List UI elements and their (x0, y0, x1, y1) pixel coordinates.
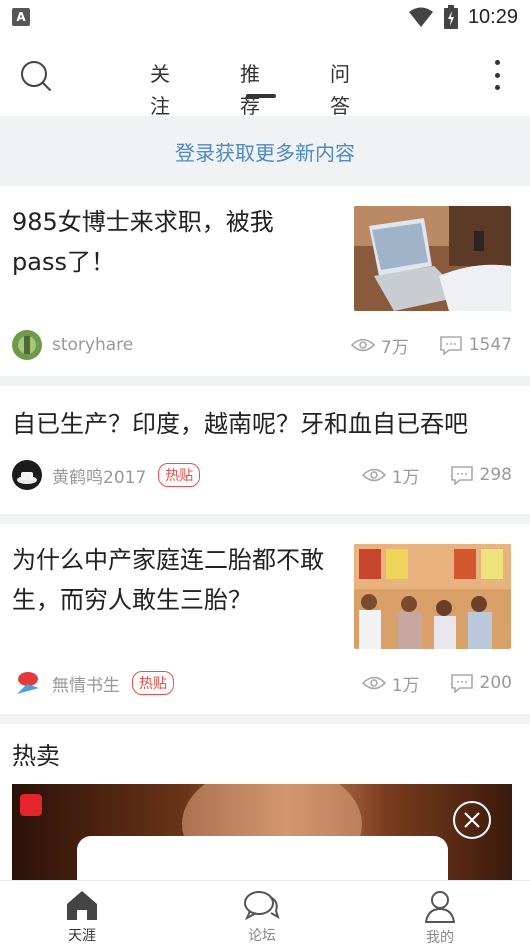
feed-card[interactable]: 985女博士来求职，被我pass了！ storyhare 7万 1547 (0, 186, 530, 386)
wifi-icon (408, 7, 433, 27)
comment-count: 1547 (439, 335, 512, 355)
tab-follow[interactable]: 关注 (150, 58, 170, 118)
card-title: 985女博士来求职，被我pass了！ (12, 208, 274, 276)
ad-brand-logo (20, 794, 42, 816)
avatar[interactable] (12, 668, 42, 698)
active-tab-indicator (246, 94, 276, 98)
close-icon[interactable] (452, 800, 492, 840)
feed-card[interactable]: 为什么中产家庭连二胎都不敢生，而穷人敢生三胎？ 無情书生 热贴 1万 200 (0, 524, 530, 724)
view-count-value: 1万 (391, 675, 420, 696)
comment-count: 298 (450, 465, 512, 485)
hot-badge: 热贴 (132, 671, 174, 695)
person-icon (424, 891, 456, 923)
nav-me[interactable]: 我的 (400, 889, 480, 947)
login-banner[interactable]: 登录获取更多新内容 (0, 116, 530, 186)
clock: 10:29 (467, 5, 518, 28)
chat-bubbles-icon (244, 891, 280, 921)
nav-forum-label: 论坛 (248, 928, 276, 944)
author-name[interactable]: 黄鹤鸣2017 (52, 463, 146, 488)
hot-sale-section: 热卖 (0, 724, 530, 884)
ad-banner[interactable] (12, 784, 512, 884)
nav-forum[interactable]: 论坛 (222, 889, 302, 945)
feed-list: 985女博士来求职，被我pass了！ storyhare 7万 1547 自已生… (0, 186, 530, 724)
avatar[interactable] (12, 330, 42, 360)
card-stats: 1万 298 (361, 463, 512, 488)
feed-card[interactable]: 自已生产？印度，越南呢？牙和血自已吞吧 黄鹤鸣2017 热贴 1万 298 (0, 386, 530, 524)
tab-qa[interactable]: 问答 (330, 58, 350, 118)
view-count: 7万 (350, 333, 409, 358)
status-bar: A 10:29 (0, 0, 530, 34)
card-stats: 7万 1547 (350, 333, 512, 358)
nav-home-label: 天涯 (68, 928, 96, 944)
card-meta: storyhare 7万 1547 (12, 330, 512, 360)
tab-recommend-label: 推荐 (240, 62, 260, 118)
comment-count-value: 298 (479, 465, 512, 485)
top-nav: 关注 推荐⌄ 问答 (0, 40, 530, 149)
view-count: 1万 (361, 463, 420, 488)
search-icon[interactable] (18, 58, 54, 94)
home-icon (67, 891, 97, 920)
comment-icon (450, 674, 473, 693)
hot-badge: 热贴 (158, 463, 201, 487)
card-stats: 1万 200 (361, 671, 512, 696)
comment-count-value: 1547 (468, 335, 512, 355)
battery-charging-icon (443, 5, 458, 29)
nav-home[interactable]: 天涯 (42, 889, 122, 945)
author-name[interactable]: 無情书生 (52, 671, 120, 696)
avatar[interactable] (12, 460, 42, 490)
comment-icon (439, 336, 462, 355)
bottom-nav: 天涯 论坛 我的 (0, 880, 530, 950)
eye-icon (361, 676, 386, 690)
comment-count-value: 200 (479, 673, 512, 693)
view-count-value: 1万 (391, 467, 420, 488)
nav-me-label: 我的 (426, 930, 454, 946)
eye-icon (350, 338, 375, 352)
card-title: 自已生产？印度，越南呢？牙和血自已吞吧 (12, 410, 468, 438)
status-right: 10:29 (408, 5, 518, 29)
card-meta: 黄鹤鸣2017 热贴 1万 298 (12, 460, 512, 490)
ad-popup-panel (77, 836, 448, 884)
view-count-value: 7万 (380, 337, 409, 358)
tab-recommend[interactable]: 推荐⌄ (240, 58, 276, 149)
view-count: 1万 (361, 671, 420, 696)
eye-icon (361, 468, 386, 482)
author-name[interactable]: storyhare (52, 335, 133, 355)
card-thumbnail (354, 206, 511, 311)
comment-icon (450, 466, 473, 485)
card-meta: 無情书生 热贴 1万 200 (12, 668, 512, 698)
more-options-icon[interactable] (492, 60, 502, 90)
section-title: 热卖 (12, 742, 60, 770)
card-thumbnail (354, 544, 511, 649)
comment-count: 200 (450, 673, 512, 693)
notification-app-icon: A (12, 8, 30, 26)
card-title: 为什么中产家庭连二胎都不敢生，而穷人敢生三胎？ (12, 546, 324, 614)
